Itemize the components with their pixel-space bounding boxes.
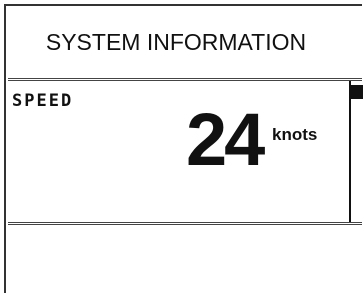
speed-value: 24 xyxy=(186,98,265,181)
page-title: SYSTEM INFORMATION xyxy=(45,28,307,55)
speed-unit: knots xyxy=(272,125,318,144)
system-info-window: SYSTEM INFORMATION SPEED 24 knots xyxy=(4,4,363,293)
scroll-indicator[interactable] xyxy=(351,85,363,99)
speed-label: SPEED xyxy=(12,91,74,111)
side-divider xyxy=(349,81,351,222)
lower-panel xyxy=(6,225,362,293)
header-bar: SYSTEM INFORMATION xyxy=(6,6,362,78)
speed-panel: SPEED 24 knots xyxy=(8,78,363,225)
